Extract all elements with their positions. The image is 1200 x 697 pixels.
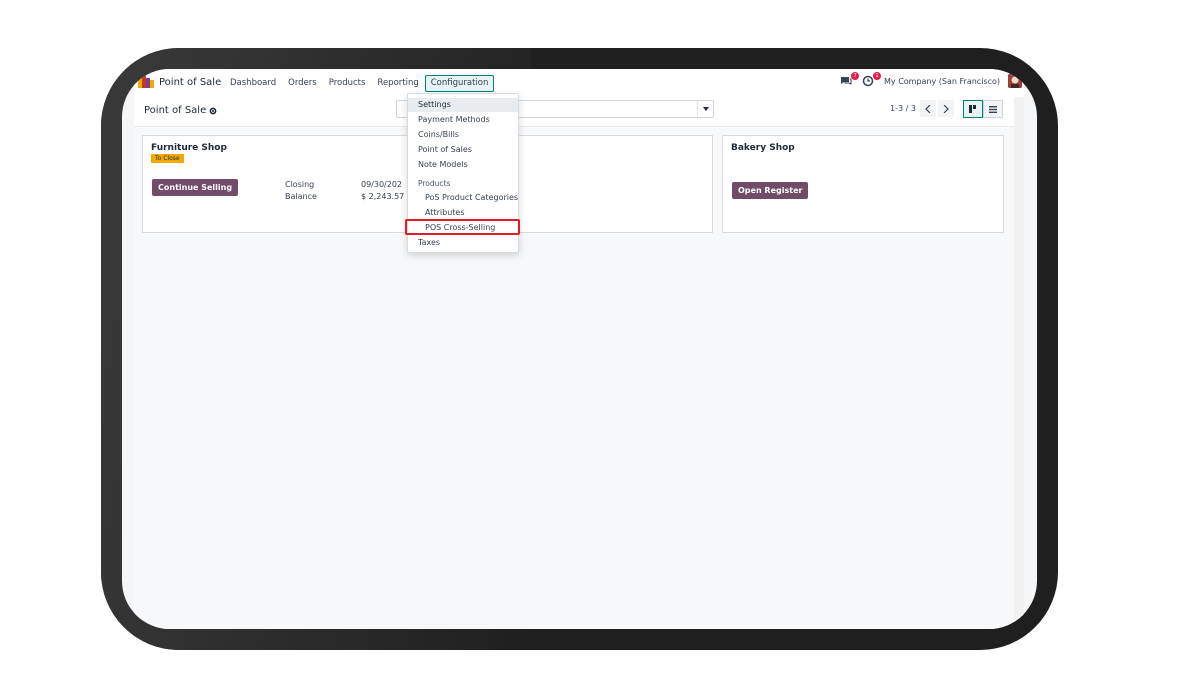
dropdown-item-payment-methods[interactable]: Payment Methods	[408, 113, 518, 127]
page-title: Point of Sale	[144, 105, 207, 116]
main-menu: Dashboard Orders Products Reporting Conf…	[224, 75, 495, 92]
closing-label: Closing	[285, 180, 315, 189]
balance-value: $ 2,243.57	[361, 192, 405, 201]
user-avatar[interactable]	[1008, 74, 1022, 88]
card-title[interactable]: Bakery Shop	[731, 143, 795, 153]
dropdown-item-note-models[interactable]: Note Models	[408, 158, 518, 172]
list-view-button[interactable]	[983, 100, 1003, 118]
top-navbar: Point of Sale Dashboard Orders Products …	[134, 69, 1024, 97]
balance-label: Balance	[285, 192, 317, 201]
chevron-right-icon	[943, 104, 949, 113]
chevron-left-icon	[925, 104, 931, 113]
pos-logo-icon[interactable]	[138, 76, 154, 88]
highlight-annotation	[405, 219, 520, 235]
gear-icon[interactable]	[209, 107, 217, 115]
pager-previous-button[interactable]	[920, 100, 936, 117]
menu-orders[interactable]: Orders	[282, 75, 323, 92]
menu-reporting[interactable]: Reporting	[371, 75, 424, 92]
company-switcher[interactable]: My Company (San Francisco)	[884, 77, 1000, 86]
search-options-toggle[interactable]	[697, 101, 713, 117]
kanban-icon	[969, 105, 976, 113]
menu-dashboard[interactable]: Dashboard	[224, 75, 282, 92]
kanban-view-button[interactable]	[963, 100, 983, 118]
dropdown-item-point-of-sales[interactable]: Point of Sales	[408, 143, 518, 157]
status-badge: To Close	[151, 154, 184, 163]
clock-icon[interactable]: 1	[862, 72, 882, 87]
pager-value[interactable]: 1-3 / 3	[890, 104, 916, 113]
messages-count-badge: 7	[851, 72, 860, 80]
configuration-dropdown: Settings Payment Methods Coins/Bills Poi…	[405, 93, 520, 253]
app-name[interactable]: Point of Sale	[159, 77, 221, 88]
activities-count-badge: 1	[873, 72, 882, 80]
dropdown-item-coins-bills[interactable]: Coins/Bills	[408, 128, 518, 142]
dropdown-item-taxes[interactable]: Taxes	[408, 236, 518, 250]
caret-down-icon	[702, 107, 709, 111]
dropdown-item-pos-product-categories[interactable]: PoS Product Categories	[408, 191, 518, 205]
closing-value: 09/30/202	[361, 180, 403, 189]
open-register-button[interactable]: Open Register	[732, 182, 809, 199]
dropdown-section-products: Products	[418, 179, 451, 188]
control-panel: Point of Sale 1-3 / 3	[134, 97, 1024, 127]
pos-card-bakery-shop: Bakery Shop Open Register	[722, 135, 1004, 233]
navbar-systray: 7 1 My Company (San Francisco)	[840, 72, 1022, 88]
menu-products[interactable]: Products	[323, 75, 372, 92]
breadcrumb: Point of Sale	[144, 105, 217, 116]
device-screen: Point of Sale Dashboard Orders Products …	[122, 69, 1037, 629]
continue-selling-button[interactable]: Continue Selling	[152, 179, 239, 196]
app-window: Point of Sale Dashboard Orders Products …	[134, 69, 1024, 629]
chat-icon[interactable]: 7	[840, 72, 860, 87]
pager-next-button[interactable]	[938, 100, 954, 117]
list-icon	[989, 105, 997, 113]
dropdown-item-attributes[interactable]: Attributes	[408, 206, 518, 220]
vertical-scrollbar[interactable]	[1014, 97, 1024, 629]
card-title[interactable]: Furniture Shop	[151, 143, 227, 153]
dropdown-item-settings[interactable]: Settings	[408, 98, 518, 112]
menu-configuration[interactable]: Configuration	[424, 75, 495, 92]
